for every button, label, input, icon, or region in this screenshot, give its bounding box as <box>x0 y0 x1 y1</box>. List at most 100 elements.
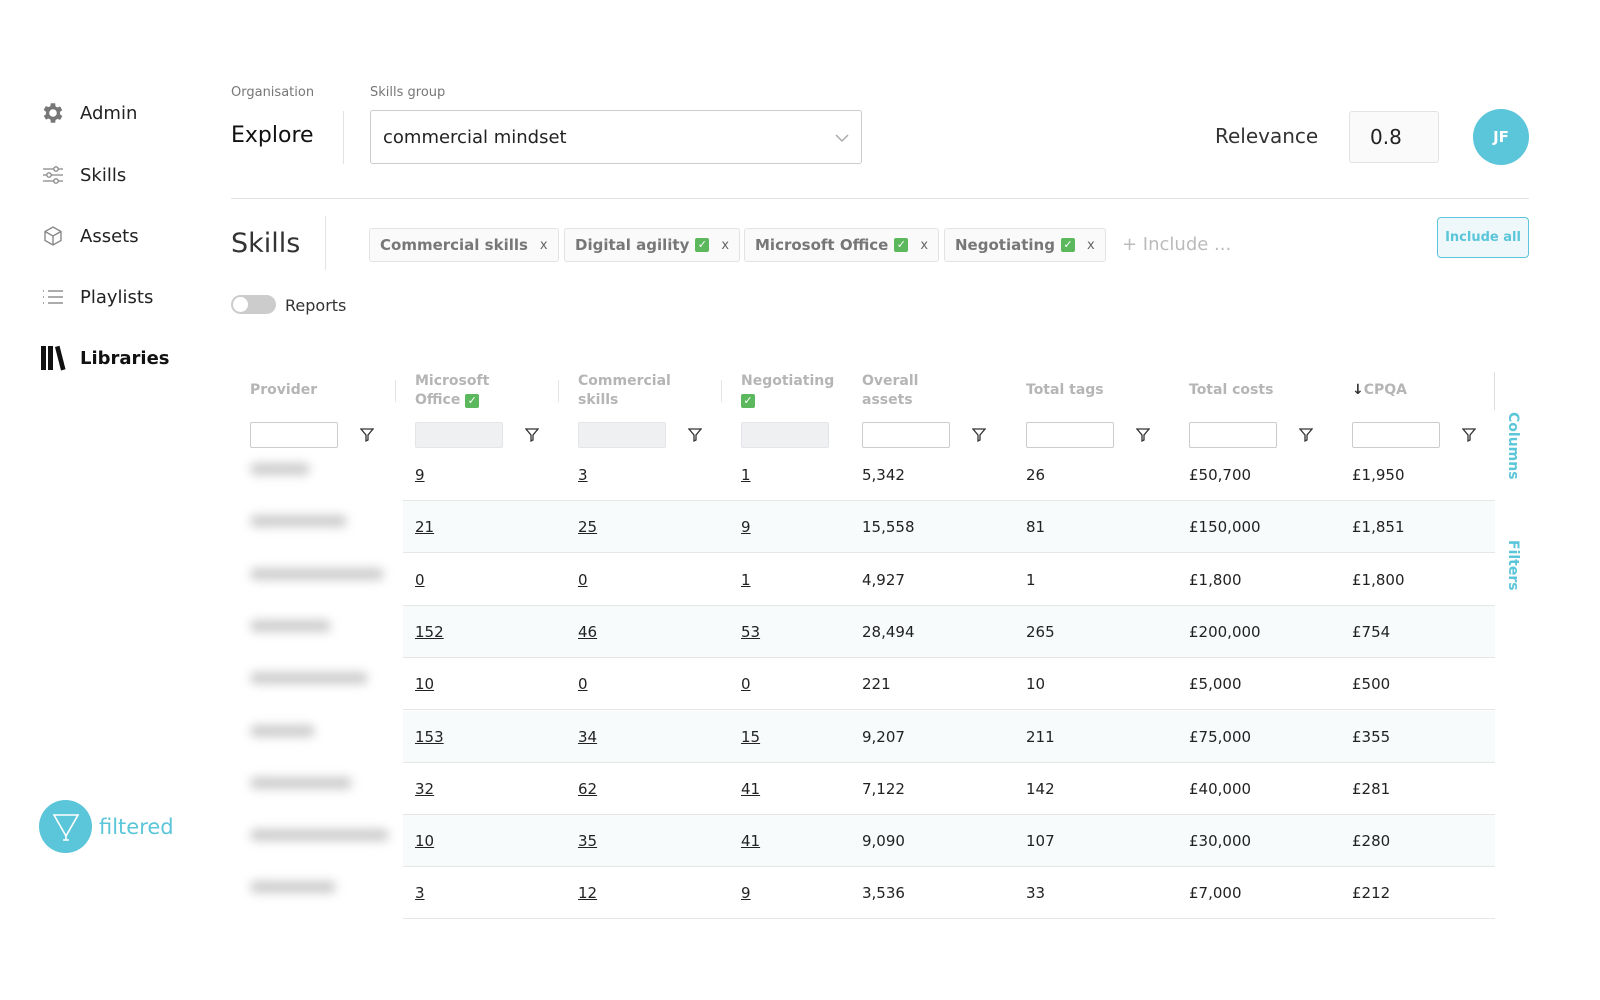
column-header-total-tags[interactable]: Total tags <box>1026 381 1104 400</box>
cell-overall-assets: 9,207 <box>862 727 905 746</box>
divider <box>343 111 344 164</box>
skill-chip[interactable]: Negotiating ✓ x <box>944 228 1106 262</box>
sidebar-item-libraries[interactable]: Libraries <box>40 345 170 371</box>
column-header-microsoft-office[interactable]: Microsoft Office ✓ <box>415 372 515 410</box>
cell-negotiating[interactable]: 1 <box>741 554 751 606</box>
cell-microsoft-office[interactable]: 10 <box>415 815 434 867</box>
sidebar-item-admin[interactable]: Admin <box>40 100 137 126</box>
filters-tab[interactable]: Filters <box>1505 540 1521 591</box>
table-row[interactable]: 9 3 1 5,342 26 £50,700 £1,950 <box>403 449 1495 501</box>
filter-input-total-tags[interactable] <box>1026 422 1114 448</box>
filter-icon[interactable] <box>359 427 375 443</box>
sliders-icon <box>40 162 66 188</box>
table-row[interactable]: 10 0 0 221 10 £5,000 £500 <box>403 658 1495 711</box>
filter-icon[interactable] <box>1461 427 1477 443</box>
cell-total-costs: £1,800 <box>1189 570 1242 589</box>
table-row[interactable]: 21 25 9 15,558 81 £150,000 £1,851 <box>403 501 1495 554</box>
cell-negotiating[interactable]: 41 <box>741 815 760 867</box>
include-all-button[interactable]: Include all <box>1437 217 1529 258</box>
provider-name-redacted <box>250 881 336 894</box>
cell-overall-assets: 5,342 <box>862 466 905 484</box>
filter-input-cpqa[interactable] <box>1352 422 1440 448</box>
filter-logo-icon <box>39 800 92 853</box>
cell-commercial-skills[interactable]: 62 <box>578 763 597 815</box>
table-row[interactable]: 3 12 9 3,536 33 £7,000 £212 <box>403 867 1495 920</box>
filter-input-negotiating[interactable] <box>741 422 829 448</box>
sidebar-item-label: Skills <box>80 164 127 186</box>
sidebar-item-playlists[interactable]: Playlists <box>40 284 153 310</box>
column-header-overall-assets[interactable]: Overall assets <box>862 372 932 410</box>
table-row[interactable]: 0 0 1 4,927 1 £1,800 £1,800 <box>403 554 1495 606</box>
relevance-input[interactable]: 0.8 <box>1349 111 1439 163</box>
cell-commercial-skills[interactable]: 35 <box>578 815 597 867</box>
sidebar-item-skills[interactable]: Skills <box>40 162 126 188</box>
filter-input-total-costs[interactable] <box>1189 422 1277 448</box>
cell-total-tags: 10 <box>1026 675 1046 694</box>
column-header-negotiating[interactable]: Negotiating ✓ <box>741 372 841 410</box>
filter-input-microsoft-office[interactable] <box>415 422 503 448</box>
column-header-commercial-skills[interactable]: Commercial skills <box>578 372 688 410</box>
columns-tab[interactable]: Columns <box>1505 412 1521 480</box>
cell-cpqa: £1,851 <box>1352 518 1405 537</box>
avatar[interactable]: JF <box>1473 109 1529 165</box>
skill-chip[interactable]: Commercial skills x <box>369 228 559 262</box>
cell-microsoft-office[interactable]: 153 <box>415 711 444 763</box>
close-icon[interactable]: x <box>1087 238 1095 253</box>
filter-icon[interactable] <box>687 427 703 443</box>
cell-microsoft-office[interactable]: 21 <box>415 501 434 553</box>
reports-toggle[interactable] <box>231 295 276 314</box>
close-icon[interactable]: x <box>721 238 729 253</box>
sidebar-item-label: Assets <box>80 225 139 247</box>
cell-microsoft-office[interactable]: 3 <box>415 867 425 919</box>
cell-cpqa: £500 <box>1352 675 1391 694</box>
cell-commercial-skills[interactable]: 3 <box>578 449 588 501</box>
column-header-provider[interactable]: Provider <box>250 381 317 400</box>
cell-microsoft-office[interactable]: 0 <box>415 554 425 606</box>
cell-overall-assets: 28,494 <box>862 622 915 641</box>
table-row[interactable]: 152 46 53 28,494 265 £200,000 £754 <box>403 605 1495 658</box>
table-row[interactable]: 32 62 41 7,122 142 £40,000 £281 <box>403 763 1495 815</box>
filter-input-commercial-skills[interactable] <box>578 422 666 448</box>
cell-total-costs: £40,000 <box>1189 779 1252 798</box>
sidebar-item-label: Admin <box>80 102 138 124</box>
skills-group-select[interactable]: commercial mindset <box>370 110 862 164</box>
organisation-value[interactable]: Explore <box>231 123 314 148</box>
column-header-cpqa[interactable]: ↓CPQA <box>1352 381 1407 400</box>
cell-commercial-skills[interactable]: 25 <box>578 501 597 553</box>
cell-negotiating[interactable]: 53 <box>741 606 760 658</box>
cell-overall-assets: 9,090 <box>862 832 905 851</box>
cell-commercial-skills[interactable]: 12 <box>578 867 597 919</box>
skill-chip[interactable]: Microsoft Office ✓ x <box>744 228 940 262</box>
cell-negotiating[interactable]: 0 <box>741 658 751 710</box>
sidebar-item-assets[interactable]: Assets <box>40 223 139 249</box>
filter-icon[interactable] <box>1135 427 1151 443</box>
skill-chip[interactable]: Digital agility ✓ x <box>564 228 741 262</box>
close-icon[interactable]: x <box>920 238 928 253</box>
filter-input-overall-assets[interactable] <box>862 422 950 448</box>
cell-negotiating[interactable]: 15 <box>741 711 760 763</box>
cell-commercial-skills[interactable]: 0 <box>578 554 588 606</box>
cell-negotiating[interactable]: 9 <box>741 501 751 553</box>
cell-microsoft-office[interactable]: 10 <box>415 658 434 710</box>
filter-input-provider[interactable] <box>250 422 338 448</box>
cell-commercial-skills[interactable]: 46 <box>578 606 597 658</box>
header-divider <box>231 198 1529 199</box>
cell-cpqa: £281 <box>1352 779 1391 798</box>
table-row[interactable]: 153 34 15 9,207 211 £75,000 £355 <box>403 710 1495 763</box>
cell-commercial-skills[interactable]: 0 <box>578 658 588 710</box>
table-row[interactable]: 10 35 41 9,090 107 £30,000 £280 <box>403 815 1495 868</box>
include-skill-input[interactable]: + Include ... <box>1122 234 1231 255</box>
column-header-total-costs[interactable]: Total costs <box>1189 381 1273 400</box>
cell-negotiating[interactable]: 41 <box>741 763 760 815</box>
cell-commercial-skills[interactable]: 34 <box>578 711 597 763</box>
cell-negotiating[interactable]: 1 <box>741 449 751 501</box>
filter-icon[interactable] <box>1298 427 1314 443</box>
cell-total-costs: £50,700 <box>1189 466 1252 484</box>
cell-negotiating[interactable]: 9 <box>741 867 751 919</box>
cell-microsoft-office[interactable]: 9 <box>415 449 425 501</box>
close-icon[interactable]: x <box>540 238 548 253</box>
cell-microsoft-office[interactable]: 152 <box>415 606 444 658</box>
filter-icon[interactable] <box>524 427 540 443</box>
filter-icon[interactable] <box>971 427 987 443</box>
cell-microsoft-office[interactable]: 32 <box>415 763 434 815</box>
